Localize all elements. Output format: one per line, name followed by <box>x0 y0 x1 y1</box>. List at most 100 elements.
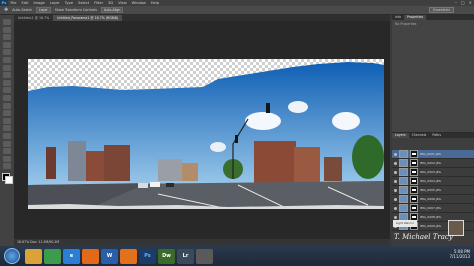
layer-row[interactable]: IMG_0004.JPG <box>392 177 474 186</box>
history-brush-tool-icon[interactable] <box>3 87 11 94</box>
panorama-image <box>28 62 384 209</box>
menu-layer[interactable]: Layer <box>47 1 62 5</box>
properties-panel: No Properties <box>392 20 474 133</box>
brush-tool-icon[interactable] <box>3 72 11 79</box>
background-color-swatch[interactable] <box>5 176 13 185</box>
tab-properties[interactable]: Properties <box>404 15 427 20</box>
chrome-icon[interactable] <box>44 248 61 264</box>
eye-icon[interactable] <box>394 152 397 156</box>
photoshop-icon[interactable]: Ps <box>139 248 156 264</box>
layer-mask-thumbnail[interactable] <box>410 186 418 194</box>
document-canvas[interactable] <box>28 59 384 209</box>
maximize-icon[interactable]: □ <box>461 0 465 5</box>
layer-name: IMG_0002.JPG <box>420 161 441 165</box>
watermark-name: T. Michael Tracy <box>394 233 453 241</box>
layer-mask-thumbnail[interactable] <box>410 195 418 203</box>
menu-view[interactable]: View <box>116 1 130 5</box>
layer-name: IMG_0008.JPG <box>420 215 441 219</box>
hand-tool-icon[interactable] <box>3 155 11 162</box>
lightroom-icon[interactable]: Lr <box>177 248 194 264</box>
layer-row[interactable]: IMG_0002.JPG <box>392 159 474 168</box>
menu-filter[interactable]: Filter <box>92 1 106 5</box>
firefox-icon[interactable] <box>120 248 137 264</box>
close-icon[interactable]: × <box>469 0 472 5</box>
layer-name: IMG_0005.JPG <box>420 188 441 192</box>
eye-icon[interactable] <box>394 215 397 219</box>
word-icon[interactable]: W <box>101 248 118 264</box>
layers-list: IMG_0001.JPG IMG_0002.JPG IMG_0003.JPG I… <box>392 150 474 231</box>
system-tray[interactable]: 5:08 PM 7/11/2013 <box>449 249 470 259</box>
menu-help[interactable]: Help <box>148 1 161 5</box>
layer-thumbnail <box>399 186 408 194</box>
watermark-title: Light Warrior <box>393 220 417 227</box>
menu-window[interactable]: Window <box>129 1 148 5</box>
layer-thumbnail <box>399 195 408 203</box>
eraser-tool-icon[interactable] <box>3 94 11 101</box>
menu-image[interactable]: Image <box>31 1 47 5</box>
move-tool-icon[interactable]: ✥ <box>4 7 8 13</box>
workspace-select[interactable]: Essentials <box>429 7 454 13</box>
eye-icon[interactable] <box>394 170 397 174</box>
other-icon[interactable] <box>196 248 213 264</box>
tab-info[interactable]: Info <box>392 15 404 20</box>
lasso-tool-icon[interactable] <box>3 34 11 41</box>
color-swatches[interactable] <box>1 172 13 185</box>
tab-channels[interactable]: Channels <box>409 133 430 138</box>
layer-row[interactable]: IMG_0007.JPG <box>392 204 474 213</box>
minimize-icon[interactable]: – <box>455 0 457 5</box>
move-tool-icon[interactable] <box>3 19 11 25</box>
folder-icon[interactable] <box>25 248 42 264</box>
menu-edit[interactable]: Edit <box>19 1 31 5</box>
media-icon[interactable] <box>82 248 99 264</box>
menu-file[interactable]: File <box>8 1 19 5</box>
layer-mask-thumbnail[interactable] <box>410 177 418 185</box>
right-panels: Info Properties No Properties Layers Cha… <box>392 15 474 246</box>
path-select-tool-icon[interactable] <box>3 140 11 147</box>
gradient-tool-icon[interactable] <box>3 102 11 109</box>
auto-align-button[interactable]: Auto-Align <box>100 7 124 13</box>
layer-row[interactable]: IMG_0001.JPG <box>392 150 474 159</box>
canvas-area[interactable] <box>14 21 390 239</box>
pen-tool-icon[interactable] <box>3 125 11 132</box>
layer-name: IMG_0004.JPG <box>420 179 441 183</box>
tab-layers[interactable]: Layers <box>392 133 409 138</box>
layer-row[interactable]: IMG_0003.JPG <box>392 168 474 177</box>
blur-tool-icon[interactable] <box>3 110 11 117</box>
eye-icon[interactable] <box>394 179 397 183</box>
eye-icon[interactable] <box>394 188 397 192</box>
layer-select[interactable]: Layer <box>35 7 51 13</box>
layer-controls <box>392 138 474 150</box>
dodge-tool-icon[interactable] <box>3 117 11 124</box>
menu-type[interactable]: Type <box>62 1 75 5</box>
properties-label: No Properties <box>395 22 417 26</box>
marquee-tool-icon[interactable] <box>3 26 11 33</box>
layer-name: IMG_0007.JPG <box>420 206 441 210</box>
healing-brush-tool-icon[interactable] <box>3 64 11 71</box>
auto-select-checkbox[interactable]: Auto-Select <box>12 8 32 12</box>
start-button[interactable] <box>4 248 20 264</box>
layer-row[interactable]: IMG_0006.JPG <box>392 195 474 204</box>
eye-icon[interactable] <box>394 206 397 210</box>
show-transform-checkbox[interactable]: Show Transform Controls <box>55 8 97 12</box>
eyedropper-tool-icon[interactable] <box>3 56 11 63</box>
menu-3d[interactable]: 3D <box>106 1 116 5</box>
layer-mask-thumbnail[interactable] <box>410 204 418 212</box>
crop-tool-icon[interactable] <box>3 49 11 56</box>
layer-mask-thumbnail[interactable] <box>410 150 418 158</box>
ie-icon[interactable]: e <box>63 248 80 264</box>
layer-name: IMG_0001.JPG <box>420 152 441 156</box>
quick-select-tool-icon[interactable] <box>3 41 11 48</box>
clone-stamp-tool-icon[interactable] <box>3 79 11 86</box>
layer-mask-thumbnail[interactable] <box>410 159 418 167</box>
status-bar: 16.67% Doc: 11.5M/90.2M <box>14 239 390 246</box>
eye-icon[interactable] <box>394 161 397 165</box>
eye-icon[interactable] <box>394 197 397 201</box>
tab-paths[interactable]: Paths <box>429 133 444 138</box>
layer-row[interactable]: IMG_0005.JPG <box>392 186 474 195</box>
type-tool-icon[interactable] <box>3 132 11 139</box>
menu-select[interactable]: Select <box>76 1 92 5</box>
shape-tool-icon[interactable] <box>3 148 11 155</box>
zoom-tool-icon[interactable] <box>3 163 11 170</box>
layer-mask-thumbnail[interactable] <box>410 168 418 176</box>
dreamweaver-icon[interactable]: Dw <box>158 248 175 264</box>
